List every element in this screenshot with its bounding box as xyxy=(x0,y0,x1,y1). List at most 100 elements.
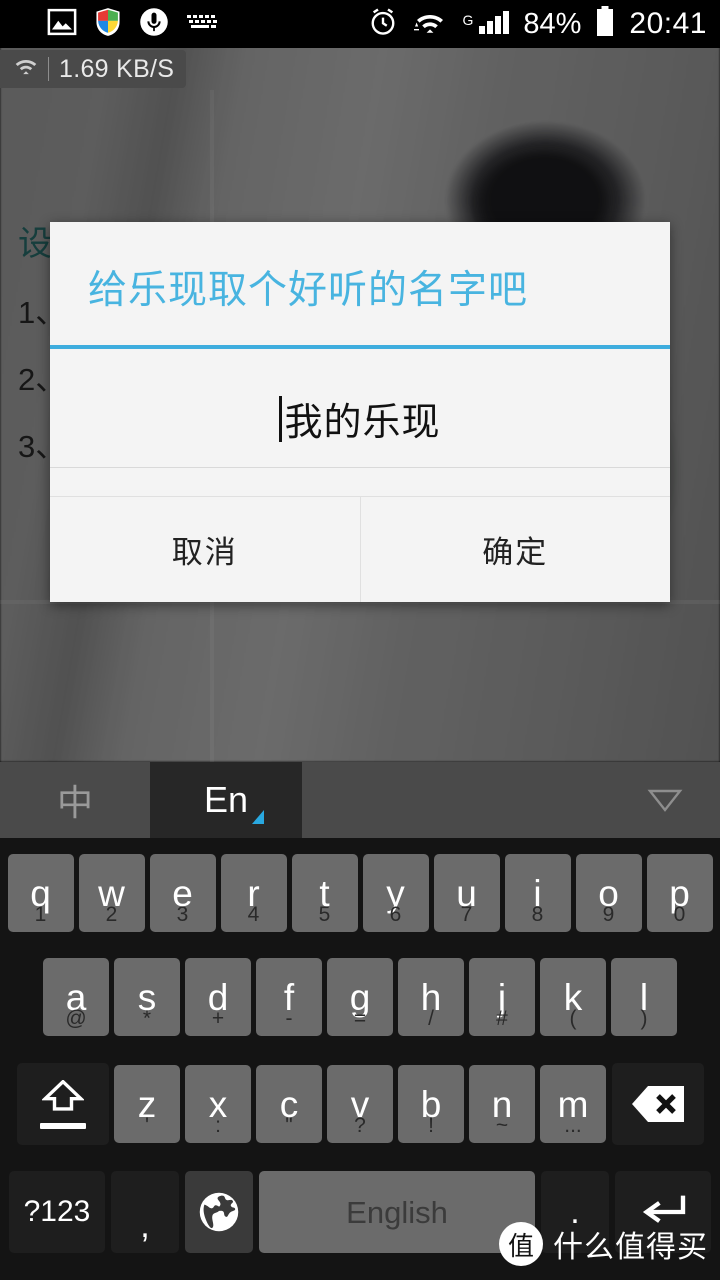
watermark-badge: 值 xyxy=(499,1222,543,1266)
key-n[interactable]: n ~ xyxy=(469,1065,535,1143)
key-r[interactable]: r4 xyxy=(220,854,287,932)
key-j[interactable]: j # xyxy=(469,958,535,1036)
network-speed-badge: 1.69 KB/S xyxy=(0,50,187,88)
key-w[interactable]: w2 xyxy=(78,854,145,932)
key-sublabel: 2 xyxy=(105,903,118,926)
keyboard-row-1: q1 w2 e3 r4 t5 y6 u7 i8 o9 p0 xyxy=(0,854,720,932)
alarm-icon xyxy=(368,7,398,42)
key-sublabel: " xyxy=(285,1114,293,1137)
key-sublabel: * xyxy=(142,1007,152,1030)
key-sublabel: / xyxy=(428,1007,434,1030)
key-sublabel: 3 xyxy=(176,903,189,926)
key-sublabel: + xyxy=(211,1007,225,1030)
language-tab-chinese[interactable]: 中 xyxy=(0,762,150,838)
key-comma[interactable]: , xyxy=(111,1171,179,1253)
rename-dialog: 给乐现取个好听的名字吧 我的乐现 取消 确定 xyxy=(50,222,670,602)
key-sublabel: # xyxy=(496,1007,508,1030)
key-m[interactable]: m... xyxy=(540,1065,606,1143)
key-b[interactable]: b! xyxy=(398,1065,464,1143)
key-sublabel: 5 xyxy=(318,903,331,926)
shield-icon xyxy=(94,7,122,42)
status-bar-left xyxy=(0,7,220,42)
key-a[interactable]: a @ xyxy=(43,958,109,1036)
wifi-icon xyxy=(412,8,448,41)
key-sublabel: ( xyxy=(569,1007,577,1030)
clock-label: 20:41 xyxy=(629,7,707,40)
key-sublabel: ! xyxy=(428,1114,434,1137)
network-speed-label: 1.69 KB/S xyxy=(59,54,175,83)
status-bar: G 84% 20:41 xyxy=(0,0,720,48)
active-indicator xyxy=(252,810,264,824)
key-label: , xyxy=(140,1207,150,1245)
symbols-key[interactable]: ?123 xyxy=(9,1171,105,1253)
space-key[interactable]: English xyxy=(259,1171,535,1253)
wifi-icon xyxy=(12,56,40,83)
soft-keyboard: 中 En q1 w2 e3 r4 t5 y6 u7 i8 o9 p0 a @ s… xyxy=(0,762,720,1280)
keyboard-language-bar: 中 En xyxy=(0,762,720,838)
shift-underline xyxy=(39,1122,86,1129)
dialog-title: 给乐现取个好听的名字吧 xyxy=(88,269,529,312)
key-f[interactable]: f- xyxy=(256,958,322,1036)
key-label: English xyxy=(346,1194,448,1230)
microphone-icon xyxy=(139,7,169,42)
dialog-button-bar: 取消 确定 xyxy=(50,495,671,602)
language-tab-english-label: En xyxy=(203,779,249,820)
key-sublabel: ) xyxy=(640,1007,648,1030)
key-sublabel: 0 xyxy=(673,903,686,926)
key-h[interactable]: h / xyxy=(398,958,464,1036)
key-z[interactable]: z ' xyxy=(114,1065,180,1143)
key-p[interactable]: p0 xyxy=(646,854,713,932)
key-q[interactable]: q1 xyxy=(7,854,74,932)
key-i[interactable]: i8 xyxy=(504,854,571,932)
network-type-label: G xyxy=(462,11,474,28)
key-sublabel: 1 xyxy=(34,903,47,926)
key-sublabel: 6 xyxy=(389,903,402,926)
photo-icon xyxy=(47,7,77,42)
shift-icon[interactable] xyxy=(16,1063,109,1145)
watermark-text: 什么值得买 xyxy=(553,1231,708,1264)
key-sublabel: 9 xyxy=(602,903,615,926)
key-e[interactable]: e3 xyxy=(149,854,216,932)
divider xyxy=(48,57,49,81)
key-s[interactable]: s * xyxy=(114,958,180,1036)
globe-icon[interactable] xyxy=(185,1171,253,1253)
key-sublabel: ? xyxy=(354,1114,366,1137)
key-x[interactable]: x: xyxy=(185,1065,251,1143)
name-input-value: 我的乐现 xyxy=(284,402,441,445)
key-sublabel: 8 xyxy=(531,903,544,926)
key-o[interactable]: o9 xyxy=(575,854,642,932)
key-sublabel: ... xyxy=(564,1114,582,1137)
dialog-body: 我的乐现 xyxy=(50,349,670,496)
key-sublabel: @ xyxy=(65,1007,87,1030)
key-sublabel: ~ xyxy=(495,1114,509,1137)
key-g[interactable]: g = xyxy=(327,958,393,1036)
key-sublabel: = xyxy=(353,1007,367,1030)
name-input[interactable]: 我的乐现 xyxy=(50,383,670,455)
key-k[interactable]: k( xyxy=(540,958,606,1036)
status-bar-right: G 84% 20:41 xyxy=(368,5,720,43)
key-v[interactable]: v? xyxy=(327,1065,393,1143)
keyboard-row-2: a @ s * d + f- g = h / j # k( l) xyxy=(0,958,720,1036)
key-sublabel: 7 xyxy=(460,903,473,926)
key-l[interactable]: l) xyxy=(611,958,677,1036)
keyboard-icon xyxy=(186,11,220,38)
chevron-down-icon[interactable] xyxy=(610,762,720,838)
cancel-button[interactable]: 取消 xyxy=(50,496,361,602)
key-sublabel: 4 xyxy=(247,903,260,926)
watermark: 值 什么值得买 xyxy=(499,1222,708,1266)
keyboard-row-3: z ' x: c " v? b! n ~ m... xyxy=(0,1063,720,1145)
key-u[interactable]: u7 xyxy=(433,854,500,932)
keyboard-rows: q1 w2 e3 r4 t5 y6 u7 i8 o9 p0 a @ s * d + f… xyxy=(0,854,720,1253)
backspace-icon[interactable] xyxy=(611,1063,704,1145)
key-t[interactable]: t5 xyxy=(291,854,358,932)
battery-icon xyxy=(595,5,615,43)
battery-percent-label: 84% xyxy=(523,7,582,40)
key-c[interactable]: c " xyxy=(256,1065,322,1143)
key-d[interactable]: d + xyxy=(185,958,251,1036)
language-tab-english[interactable]: En xyxy=(150,762,302,838)
key-y[interactable]: y6 xyxy=(362,854,429,932)
key-sublabel: : xyxy=(215,1114,221,1137)
key-sublabel: - xyxy=(285,1007,293,1030)
signal-icon xyxy=(477,8,510,41)
ok-button[interactable]: 确定 xyxy=(361,497,671,602)
